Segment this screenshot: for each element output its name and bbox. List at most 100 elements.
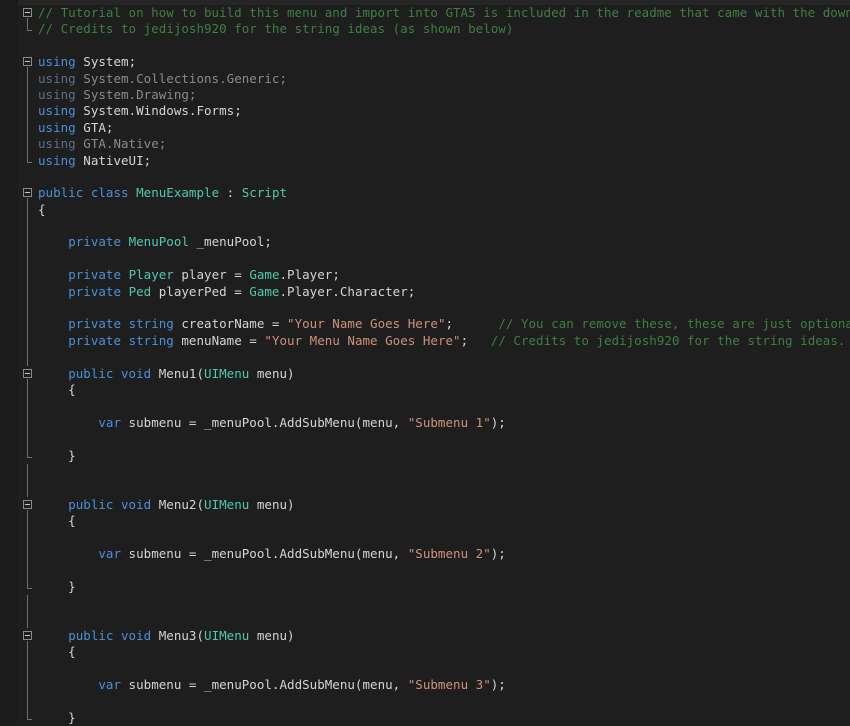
- fold-guide-line: [27, 431, 28, 447]
- code-line[interactable]: {: [0, 202, 850, 218]
- code-token: [121, 234, 129, 249]
- code-line[interactable]: }: [0, 448, 850, 464]
- code-line[interactable]: [0, 480, 850, 496]
- fold-collapse-icon[interactable]: [23, 8, 32, 17]
- code-token: System.Collections.Generic: [83, 71, 279, 86]
- code-line[interactable]: private string menuName = "Your Menu Nam…: [0, 333, 850, 349]
- fold-collapse-icon[interactable]: [23, 631, 32, 640]
- code-token: using: [38, 54, 76, 69]
- code-line[interactable]: [0, 218, 850, 234]
- code-line-text: public void Menu3(UIMenu menu): [38, 628, 295, 644]
- code-line[interactable]: using System.Collections.Generic;: [0, 71, 850, 87]
- code-line[interactable]: private string creatorName = "Your Name …: [0, 316, 850, 332]
- code-token: menu): [249, 366, 294, 381]
- code-line[interactable]: [0, 398, 850, 414]
- code-token: using: [38, 136, 76, 151]
- code-line[interactable]: [0, 464, 850, 480]
- code-token: }: [38, 579, 76, 594]
- fold-guide-line: [27, 562, 28, 578]
- code-line[interactable]: {: [0, 513, 850, 529]
- code-line[interactable]: // Credits to jedijosh920 for the string…: [0, 21, 850, 37]
- code-token: }: [38, 448, 76, 463]
- code-line[interactable]: public class MenuExample : Script: [0, 185, 850, 201]
- code-token: ;: [264, 234, 272, 249]
- code-line[interactable]: // Tutorial on how to build this menu an…: [0, 5, 850, 21]
- code-token: menuName =: [174, 333, 265, 348]
- code-line[interactable]: [0, 562, 850, 578]
- code-line[interactable]: {: [0, 644, 850, 660]
- code-token: [121, 267, 129, 282]
- code-token: string: [129, 316, 174, 331]
- code-token: UIMenu: [204, 366, 249, 381]
- code-line[interactable]: using NativeUI;: [0, 153, 850, 169]
- code-token: string: [129, 333, 174, 348]
- fold-guide-line: [27, 300, 28, 316]
- fold-collapse-icon[interactable]: [23, 57, 32, 66]
- code-line-text: }: [38, 710, 76, 726]
- code-token: using: [38, 120, 76, 135]
- fold-guide-line: [27, 218, 28, 234]
- code-line[interactable]: [0, 530, 850, 546]
- code-token: var: [98, 677, 121, 692]
- code-token: [121, 284, 129, 299]
- code-line[interactable]: var submenu = _menuPool.AddSubMenu(menu,…: [0, 677, 850, 693]
- code-text-area[interactable]: // Tutorial on how to build this menu an…: [0, 5, 850, 723]
- code-token: void: [121, 366, 151, 381]
- code-token: {: [38, 513, 76, 528]
- code-line-text: public void Menu1(UIMenu menu): [38, 366, 295, 382]
- fold-guide-line: [27, 349, 28, 365]
- code-line[interactable]: }: [0, 579, 850, 595]
- code-token: Script: [242, 185, 287, 200]
- code-line[interactable]: [0, 300, 850, 316]
- code-line[interactable]: using GTA.Native;: [0, 136, 850, 152]
- fold-guide-line: [27, 677, 28, 693]
- code-line[interactable]: var submenu = _menuPool.AddSubMenu(menu,…: [0, 415, 850, 431]
- fold-collapse-icon[interactable]: [23, 188, 32, 197]
- fold-guide-line: [27, 202, 28, 218]
- code-line[interactable]: [0, 611, 850, 627]
- code-line[interactable]: private Ped playerPed = Game.Player.Char…: [0, 284, 850, 300]
- fold-collapse-icon[interactable]: [23, 500, 32, 509]
- fold-guide-line-end: [27, 448, 28, 457]
- fold-guide-line: [27, 530, 28, 546]
- code-line[interactable]: [0, 251, 850, 267]
- code-token: Menu1(: [151, 366, 204, 381]
- code-line[interactable]: [0, 38, 850, 54]
- code-token: ;: [129, 54, 137, 69]
- code-token: "Submenu 1": [408, 415, 491, 430]
- code-token: private: [68, 267, 121, 282]
- code-editor[interactable]: // Tutorial on how to build this menu an…: [0, 0, 850, 723]
- code-token: menu): [249, 628, 294, 643]
- code-line-text: private Ped playerPed = Game.Player.Char…: [38, 284, 415, 300]
- code-line-text: var submenu = _menuPool.AddSubMenu(menu,…: [38, 546, 506, 562]
- code-line[interactable]: public void Menu3(UIMenu menu): [0, 628, 850, 644]
- code-line[interactable]: [0, 661, 850, 677]
- code-line[interactable]: {: [0, 382, 850, 398]
- code-line[interactable]: using System.Windows.Forms;: [0, 103, 850, 119]
- code-token: private: [68, 316, 121, 331]
- fold-guide-line: [27, 333, 28, 349]
- code-line[interactable]: private Player player = Game.Player;: [0, 267, 850, 283]
- fold-guide-line: [27, 71, 28, 87]
- code-line[interactable]: [0, 595, 850, 611]
- code-token: "Your Name Goes Here": [287, 316, 445, 331]
- code-line[interactable]: [0, 349, 850, 365]
- code-token: [38, 316, 68, 331]
- code-line[interactable]: private MenuPool _menuPool;: [0, 234, 850, 250]
- code-line[interactable]: public void Menu1(UIMenu menu): [0, 366, 850, 382]
- code-line[interactable]: [0, 169, 850, 185]
- fold-collapse-icon[interactable]: [23, 369, 32, 378]
- code-line-text: {: [38, 202, 46, 218]
- code-token: ;: [234, 103, 242, 118]
- code-line[interactable]: [0, 693, 850, 709]
- code-token: ;: [159, 136, 167, 151]
- code-line[interactable]: using System.Drawing;: [0, 87, 850, 103]
- code-line[interactable]: using System;: [0, 54, 850, 70]
- code-token: using: [38, 153, 76, 168]
- code-line[interactable]: }: [0, 710, 850, 726]
- code-line[interactable]: [0, 431, 850, 447]
- code-line[interactable]: public void Menu2(UIMenu menu): [0, 497, 850, 513]
- code-line[interactable]: using GTA;: [0, 120, 850, 136]
- code-token: Player: [129, 267, 174, 282]
- code-line[interactable]: var submenu = _menuPool.AddSubMenu(menu,…: [0, 546, 850, 562]
